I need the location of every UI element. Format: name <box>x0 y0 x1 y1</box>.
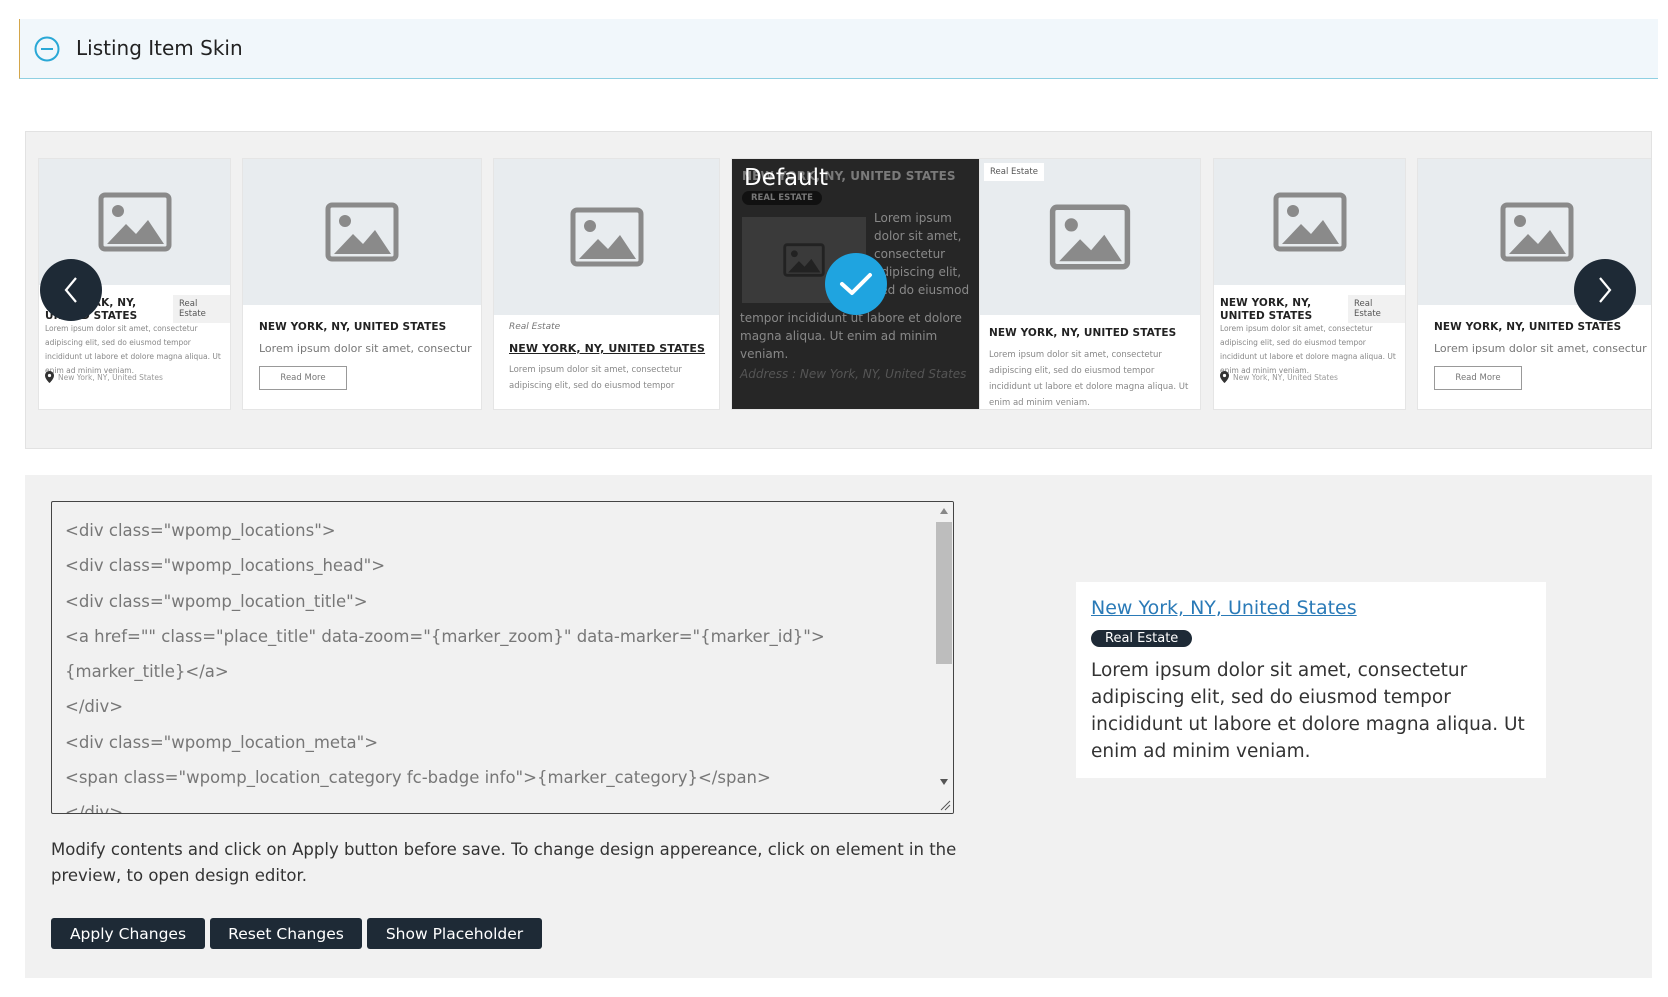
preview-title-link[interactable]: New York, NY, United States <box>1091 597 1357 619</box>
card-image <box>243 159 481 305</box>
card-address: New York, NY, United States <box>1220 371 1338 383</box>
listing-item-skin-header[interactable]: Listing Item Skin <box>19 19 1658 79</box>
code-lines[interactable]: <div class="wpomp_locations"> <div class=… <box>65 518 925 814</box>
preview-card[interactable]: New York, NY, United States Real Estate … <box>1076 582 1546 778</box>
show-placeholder-button[interactable]: Show Placeholder <box>367 918 542 949</box>
card-category: Real Estate <box>1348 295 1405 323</box>
code-line: </div> <box>65 803 124 814</box>
card-description: tempor incididunt ut labore et dolore ma… <box>740 311 962 361</box>
card-address: New York, NY, United States <box>45 371 163 383</box>
skin-card-3[interactable]: Real Estate NEW YORK, NY, UNITED STATES … <box>493 158 720 410</box>
map-pin-icon <box>45 371 54 383</box>
skin-card-6[interactable]: NEW YORK, NY, UNITED STATES Real Estate … <box>1213 158 1406 410</box>
image-placeholder-icon <box>1500 202 1574 262</box>
card-category: REAL ESTATE <box>742 191 822 205</box>
scroll-down-arrow-icon[interactable] <box>940 779 948 785</box>
code-line: </div> <box>65 697 124 717</box>
selected-check <box>825 253 887 315</box>
card-category: Real Estate <box>509 322 561 332</box>
image-placeholder-icon <box>570 207 643 267</box>
image-placeholder-icon <box>1049 204 1131 270</box>
card-description: Lorem ipsum dolor sit amet, consectetur … <box>989 350 1189 408</box>
code-line: <div class="wpomp_location_title"> <box>65 591 368 611</box>
card-category: Real Estate <box>984 163 1044 181</box>
code-scrollbar[interactable] <box>935 502 953 813</box>
skin-card-default[interactable]: NEW YORK, NY, UNITED STATES REAL ESTATE … <box>731 158 982 410</box>
card-category: Real Estate <box>173 295 230 323</box>
checkmark-icon <box>840 273 872 295</box>
card-description: Lorem ipsum dolor sit amet, consectetur … <box>1220 324 1396 375</box>
collapse-minus-icon[interactable] <box>34 36 60 62</box>
card-image <box>494 159 719 315</box>
preview-description[interactable]: Lorem ipsum dolor sit amet, consectetur … <box>1091 657 1531 765</box>
card-address-text: New York, NY, United States <box>58 372 163 382</box>
code-line: {marker_title}</a> <box>65 662 229 682</box>
help-text: Modify contents and click on Apply butto… <box>51 840 957 885</box>
card-title[interactable]: NEW YORK, NY, UNITED STATES <box>509 342 705 355</box>
code-line: <span class="wpomp_location_category fc-… <box>65 768 771 788</box>
image-placeholder-icon <box>1273 192 1346 252</box>
code-line: <div class="wpomp_locations_head"> <box>65 556 386 576</box>
card-title: NEW YORK, NY, UNITED STATES <box>1434 321 1622 333</box>
card-address: Address : New York, NY, United States <box>740 367 967 381</box>
image-placeholder-icon <box>783 243 825 277</box>
code-line: <div class="wpomp_locations"> <box>65 521 336 540</box>
map-pin-icon <box>1220 371 1229 383</box>
card-address-text: New York, NY, United States <box>1233 372 1338 382</box>
skin-carousel: NEW YORK, NY, UNITED STATES Real Estate … <box>25 131 1652 449</box>
skin-card-5[interactable]: Real Estate NEW YORK, NY, UNITED STATES … <box>979 158 1201 410</box>
card-description: Lorem ipsum dolor sit amet, consectetur … <box>45 324 221 375</box>
read-more-button[interactable]: Read More <box>259 366 347 390</box>
card-description: Lorem ipsum dolor sit amet, consectur <box>259 342 472 355</box>
scroll-up-arrow-icon[interactable] <box>940 508 948 514</box>
image-placeholder-icon <box>325 202 399 262</box>
read-more-button[interactable]: Read More <box>1434 366 1522 390</box>
skin-card-2[interactable]: NEW YORK, NY, UNITED STATES Lorem ipsum … <box>242 158 482 410</box>
card-title: NEW YORK, NY, UNITED STATES <box>989 327 1177 339</box>
card-image <box>1214 159 1405 285</box>
chevron-left-icon <box>64 277 77 303</box>
apply-changes-button[interactable]: Apply Changes <box>51 918 205 949</box>
chevron-right-icon <box>1599 277 1612 303</box>
card-side-text: Lorem ipsum dolor sit amet, consectetur … <box>874 211 970 297</box>
carousel-next-button[interactable] <box>1574 259 1636 321</box>
code-line: <a href="" class="place_title" data-zoom… <box>65 626 825 646</box>
carousel-prev-button[interactable] <box>40 259 102 321</box>
card-description: Lorem ipsum dolor sit amet, consectetur … <box>509 365 682 391</box>
reset-changes-button[interactable]: Reset Changes <box>210 918 362 949</box>
template-code-editor[interactable]: <div class="wpomp_locations"> <div class=… <box>51 501 954 814</box>
default-label: Default <box>744 165 829 191</box>
card-image <box>980 159 1200 315</box>
preview-category-badge[interactable]: Real Estate <box>1091 630 1193 647</box>
editor-section: <div class="wpomp_locations"> <div class=… <box>25 475 1652 978</box>
panel-title: Listing Item Skin <box>76 36 243 60</box>
card-title: NEW YORK, NY, UNITED STATES <box>259 321 447 333</box>
card-description: Lorem ipsum dolor sit amet, consectur <box>1434 342 1647 355</box>
card-title: NEW YORK, NY, UNITED STATES <box>1220 297 1313 322</box>
image-placeholder-icon <box>98 192 171 252</box>
code-line: <div class="wpomp_location_meta"> <box>65 732 379 752</box>
resize-handle-icon[interactable] <box>939 799 951 811</box>
scroll-thumb[interactable] <box>936 522 952 664</box>
